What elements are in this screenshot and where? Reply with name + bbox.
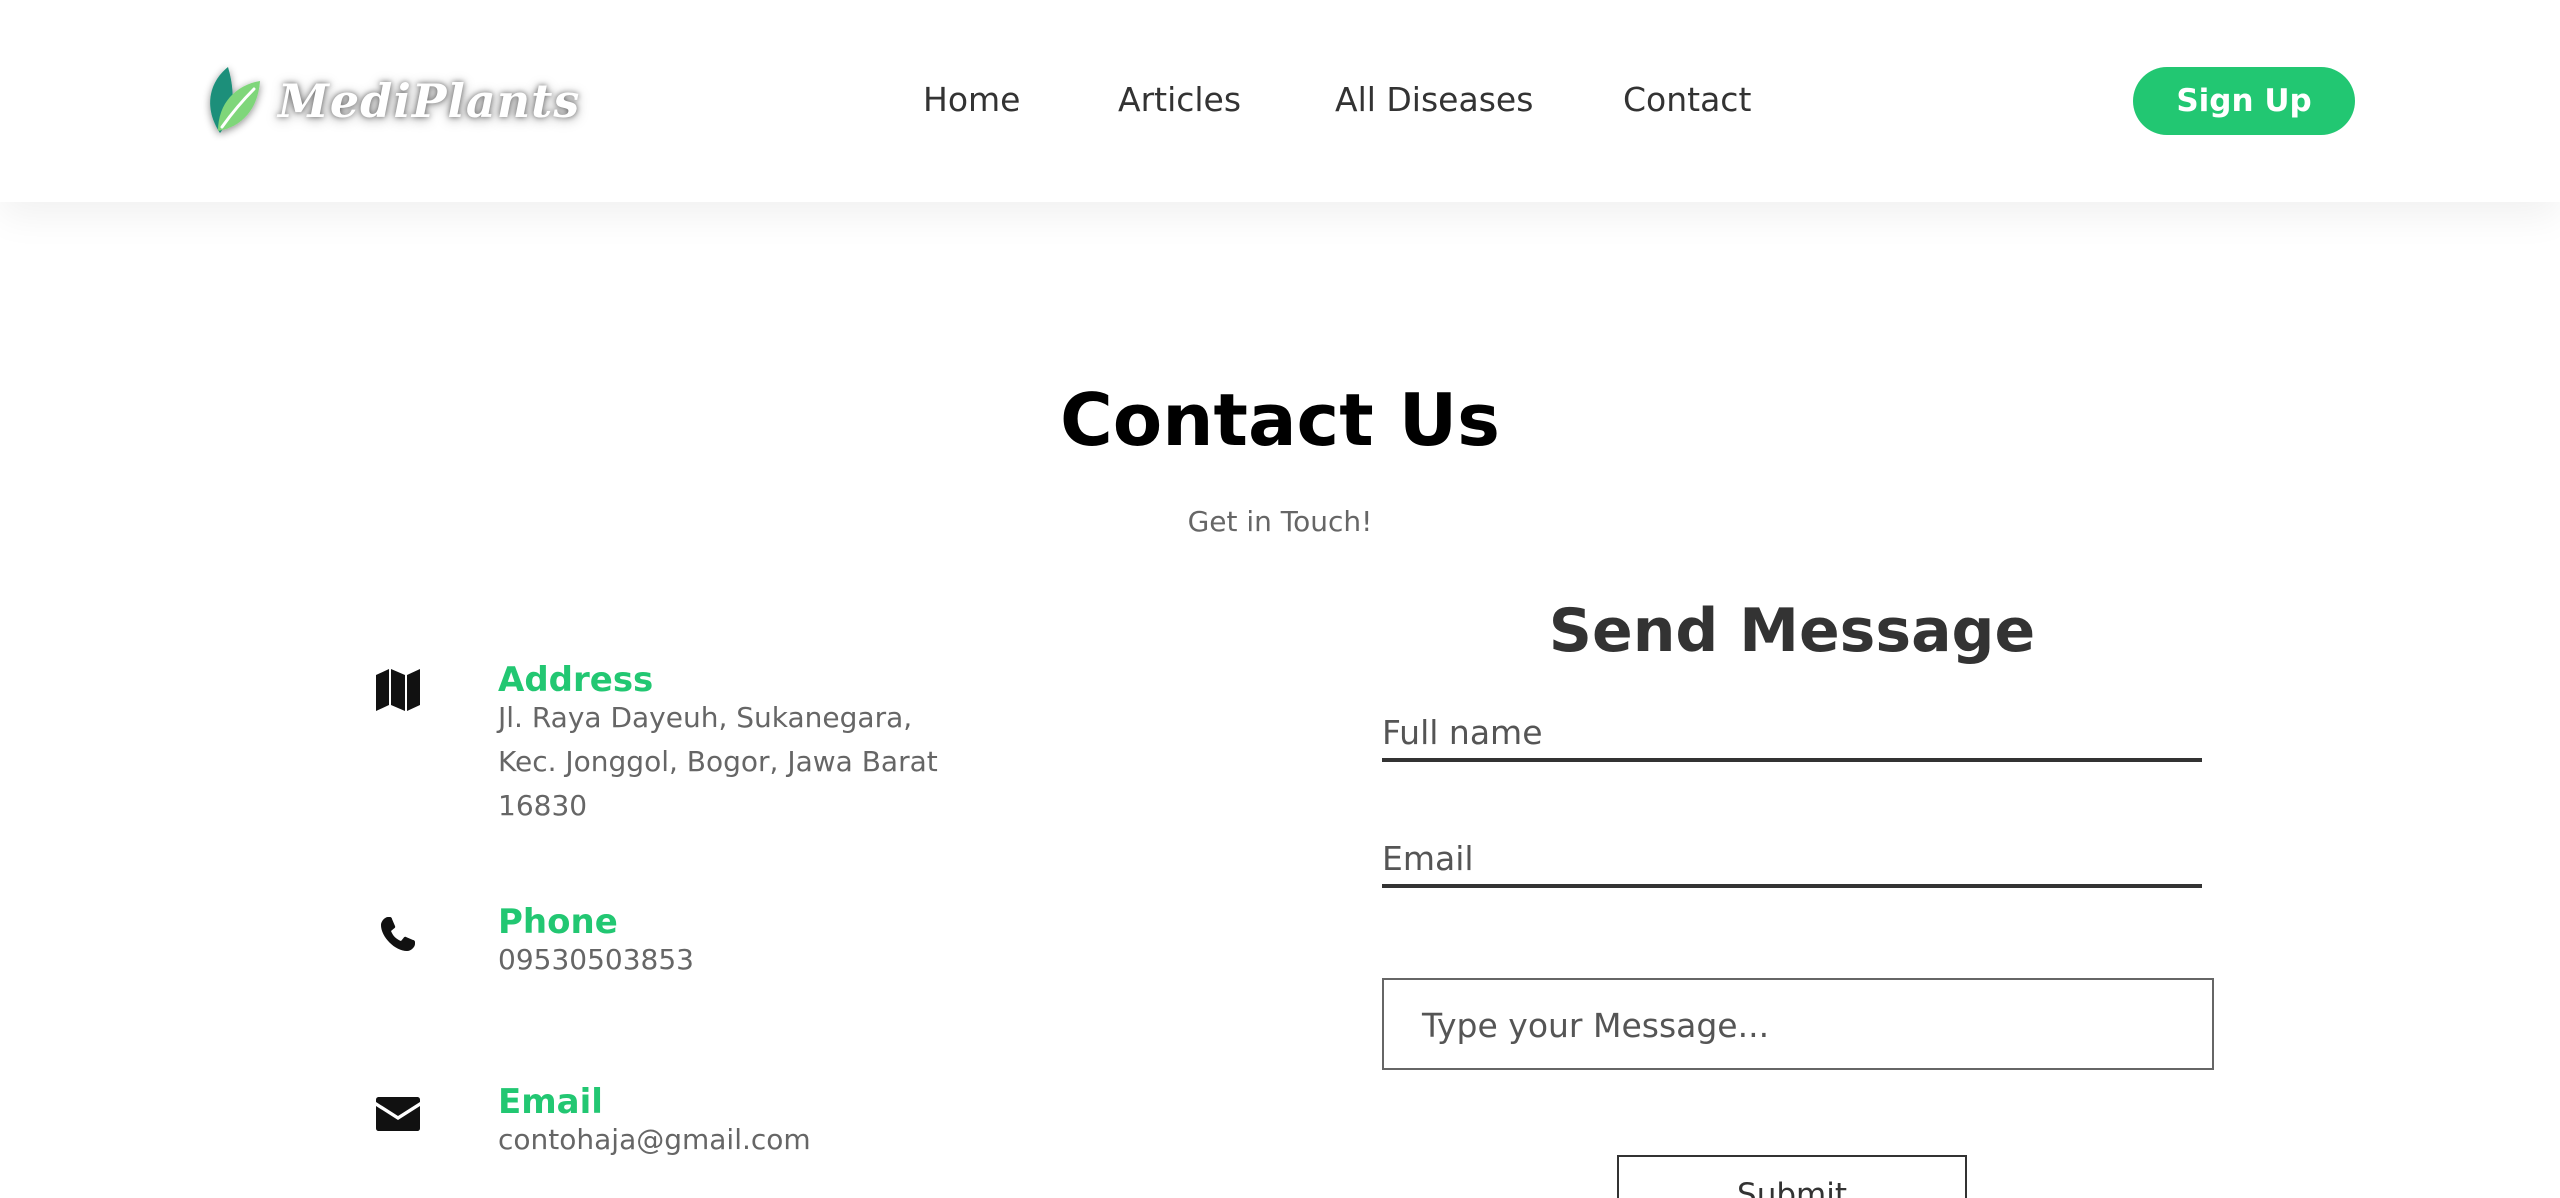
envelope-icon bbox=[372, 1088, 424, 1140]
message-field[interactable] bbox=[1382, 978, 2214, 1070]
phone-icon bbox=[372, 908, 424, 960]
full-name-field[interactable] bbox=[1382, 706, 2202, 762]
phone-value: 09530503853 bbox=[498, 943, 694, 976]
nav-item-contact[interactable]: Contact bbox=[1623, 72, 1751, 128]
page-subtitle: Get in Touch! bbox=[1187, 505, 1373, 538]
address-line: 16830 bbox=[498, 789, 588, 822]
email-field[interactable] bbox=[1382, 832, 2202, 888]
map-icon bbox=[372, 664, 424, 716]
email-label: Email bbox=[498, 1082, 603, 1122]
address-value: Jl. Raya Dayeuh, Sukanegara, Kec. Jonggo… bbox=[498, 696, 1018, 828]
contact-phone: Phone 09530503853 bbox=[372, 902, 1072, 982]
nav-item-all-diseases[interactable]: All Diseases bbox=[1335, 72, 1533, 128]
nav-item-home[interactable]: Home bbox=[923, 72, 1020, 128]
site-header: MediPlants Home Articles All Diseases Co… bbox=[0, 0, 2560, 202]
address-line: Kec. Jonggol, Bogor, Jawa Barat bbox=[498, 745, 938, 778]
form-title: Send Message bbox=[1548, 596, 2036, 666]
nav-item-articles[interactable]: Articles bbox=[1118, 72, 1241, 128]
page-title: Contact Us bbox=[1059, 378, 1501, 462]
address-label: Address bbox=[498, 660, 654, 700]
phone-label: Phone bbox=[498, 902, 618, 942]
contact-email: Email contohaja@gmail.com bbox=[372, 1082, 1072, 1162]
submit-button[interactable]: Submit bbox=[1617, 1155, 1967, 1198]
sign-up-button[interactable]: Sign Up bbox=[2133, 67, 2355, 135]
email-value: contohaja@gmail.com bbox=[498, 1123, 811, 1156]
contact-address: Address Jl. Raya Dayeuh, Sukanegara, Kec… bbox=[372, 660, 1072, 840]
address-line: Jl. Raya Dayeuh, Sukanegara, bbox=[498, 701, 913, 734]
